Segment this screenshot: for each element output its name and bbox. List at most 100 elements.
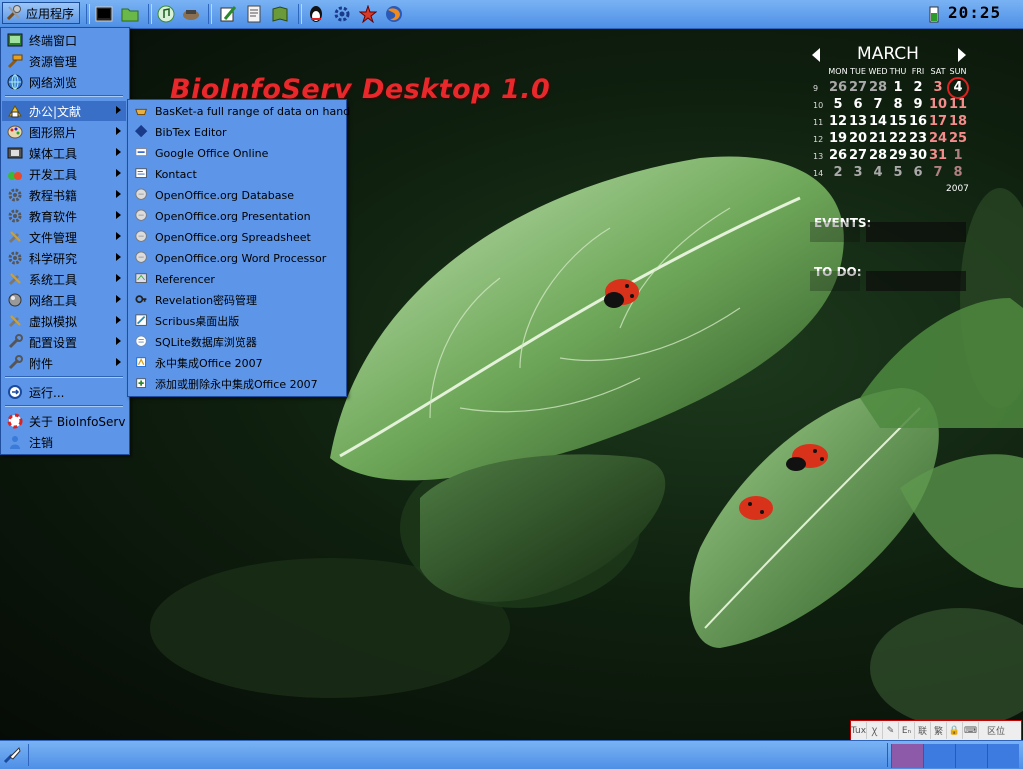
calendar-day[interactable]: 2	[828, 165, 848, 180]
calendar-day[interactable]: 7	[868, 97, 888, 112]
pen-icon[interactable]: ✎	[883, 722, 899, 739]
menu-item-file-management[interactable]: 文件管理	[2, 227, 126, 247]
calendar-day[interactable]: 24	[928, 131, 948, 146]
submenu-item-yozo-office[interactable]: 永中集成Office 2007	[129, 353, 345, 373]
submenu-item-google-office[interactable]: Google Office Online	[129, 143, 345, 163]
workspace-1[interactable]	[891, 744, 923, 768]
menu-item-education[interactable]: 教育软件	[2, 206, 126, 226]
calendar-day[interactable]: 25	[948, 131, 968, 146]
tux-icon[interactable]: Tux	[851, 722, 867, 739]
submenu-item-sqlite[interactable]: SQLite数据库浏览器	[129, 332, 345, 352]
book-launcher[interactable]	[270, 4, 290, 24]
calendar-day[interactable]: 7	[928, 165, 948, 180]
submenu-item-oo-database[interactable]: OpenOffice.org Database	[129, 185, 345, 205]
calendar-day[interactable]: 17	[928, 114, 948, 129]
submenu-item-referencer[interactable]: Referencer	[129, 269, 345, 289]
submenu-item-yozo-add-remove[interactable]: 添加或删除永中集成Office 2007	[129, 374, 345, 394]
menu-item-virtualization[interactable]: 虚拟模拟	[2, 311, 126, 331]
file-manager-launcher[interactable]	[120, 4, 140, 24]
calendar-day[interactable]: 4	[868, 165, 888, 180]
calendar-day[interactable]: 27	[848, 80, 868, 95]
submenu-item-kontact[interactable]: Kontact	[129, 164, 345, 184]
panel-clock[interactable]: 20:25	[948, 3, 1001, 22]
submenu-item-oo-spreadsheet[interactable]: OpenOffice.org Spreadsheet	[129, 227, 345, 247]
calendar-day[interactable]: 6	[848, 97, 868, 112]
menu-item-accessories[interactable]: 附件	[2, 353, 126, 373]
calendar-day[interactable]: 3	[928, 80, 948, 95]
submenu-item-revelation[interactable]: Revelation密码管理	[129, 290, 345, 310]
calendar-day[interactable]: 5	[888, 165, 908, 180]
battery-status[interactable]	[924, 4, 944, 24]
calendar-day[interactable]: 8	[888, 97, 908, 112]
menu-item-settings[interactable]: 配置设置	[2, 332, 126, 352]
show-desktop-icon[interactable]	[2, 745, 22, 765]
calendar-day[interactable]: 29	[888, 148, 908, 163]
calendar-day[interactable]: 21	[868, 131, 888, 146]
calendar-day[interactable]: 13	[848, 114, 868, 129]
document-launcher[interactable]	[244, 4, 264, 24]
calendar-day[interactable]: 8	[948, 165, 968, 180]
menu-item-logout[interactable]: 注销	[2, 432, 126, 452]
menu-item-web-browser[interactable]: 网络浏览	[2, 72, 126, 92]
calendar-day[interactable]: 10	[928, 97, 948, 112]
workspace-2[interactable]	[923, 744, 955, 768]
calendar-day[interactable]: 1	[888, 80, 908, 95]
workspace-4[interactable]	[987, 744, 1019, 768]
editor-launcher[interactable]	[218, 4, 238, 24]
qq-launcher[interactable]	[306, 4, 326, 24]
terminal-launcher[interactable]	[94, 4, 114, 24]
menu-item-run[interactable]: 运行...	[2, 382, 126, 402]
firefox-launcher[interactable]	[384, 4, 404, 24]
menu-item-network-tools[interactable]: 网络工具	[2, 290, 126, 310]
menu-item-file-explorer[interactable]: 资源管理	[2, 51, 126, 71]
applications-menu-button[interactable]: 应用程序	[2, 2, 80, 24]
calendar-day[interactable]: 31	[928, 148, 948, 163]
handwriting-icon[interactable]: Ꭓ	[867, 722, 883, 739]
workspace-3[interactable]	[955, 744, 987, 768]
lianxiang-icon[interactable]: 联	[915, 722, 931, 739]
calendar-day[interactable]: 5	[828, 97, 848, 112]
menu-item-office[interactable]: 办公|文献	[2, 101, 126, 121]
taskbar[interactable]	[28, 744, 885, 766]
calendar-day[interactable]: 26	[828, 80, 848, 95]
calendar-day[interactable]: 28	[868, 148, 888, 163]
network-launcher[interactable]	[181, 4, 201, 24]
calendar-day[interactable]: 14	[868, 114, 888, 129]
menu-item-terminal[interactable]: 终端窗口	[2, 30, 126, 50]
traditional-icon[interactable]: 繁	[931, 722, 947, 739]
calendar-day[interactable]: 19	[828, 131, 848, 146]
lock-icon[interactable]: 🔒	[947, 722, 963, 739]
calendar-day[interactable]: 30	[908, 148, 928, 163]
menu-item-media[interactable]: 媒体工具	[2, 143, 126, 163]
submenu-item-scribus[interactable]: Scribus桌面出版	[129, 311, 345, 331]
punctuation-icon[interactable]: Eₙ	[899, 722, 915, 739]
menu-item-science[interactable]: 科学研究	[2, 248, 126, 268]
music-launcher[interactable]	[156, 4, 176, 24]
calendar-day[interactable]: 2	[908, 80, 928, 95]
calendar-day[interactable]: 6	[908, 165, 928, 180]
keyboard-icon[interactable]: ⌨	[963, 722, 979, 739]
calendar-day[interactable]: 16	[908, 114, 928, 129]
calendar-day[interactable]: 9	[908, 97, 928, 112]
calendar-day[interactable]: 22	[888, 131, 908, 146]
menu-item-about[interactable]: 关于 BioInfoServ	[2, 411, 126, 431]
calendar-day[interactable]: 26	[828, 148, 848, 163]
calendar-day[interactable]: 23	[908, 131, 928, 146]
menu-item-tutorials[interactable]: 教程书籍	[2, 185, 126, 205]
system-launcher[interactable]	[358, 4, 378, 24]
calendar-day[interactable]: 3	[848, 165, 868, 180]
calendar-day[interactable]: 15	[888, 114, 908, 129]
submenu-item-bibtex[interactable]: BibTex Editor	[129, 122, 345, 142]
next-month-icon[interactable]	[958, 48, 966, 62]
submenu-item-oo-presentation[interactable]: OpenOffice.org Presentation	[129, 206, 345, 226]
calendar-day[interactable]: 28	[868, 80, 888, 95]
events-field[interactable]	[866, 222, 966, 242]
calendar-day[interactable]: 27	[848, 148, 868, 163]
submenu-item-basket[interactable]: BasKet-a full range of data on hand	[129, 101, 350, 121]
calendar-day[interactable]: 20	[848, 131, 868, 146]
calendar-day[interactable]: 11	[948, 97, 968, 112]
calendar-day[interactable]: 12	[828, 114, 848, 129]
menu-item-graphics[interactable]: 图形照片	[2, 122, 126, 142]
quwei-icon[interactable]: 区位	[979, 722, 1013, 739]
menu-item-system-tools[interactable]: 系统工具	[2, 269, 126, 289]
